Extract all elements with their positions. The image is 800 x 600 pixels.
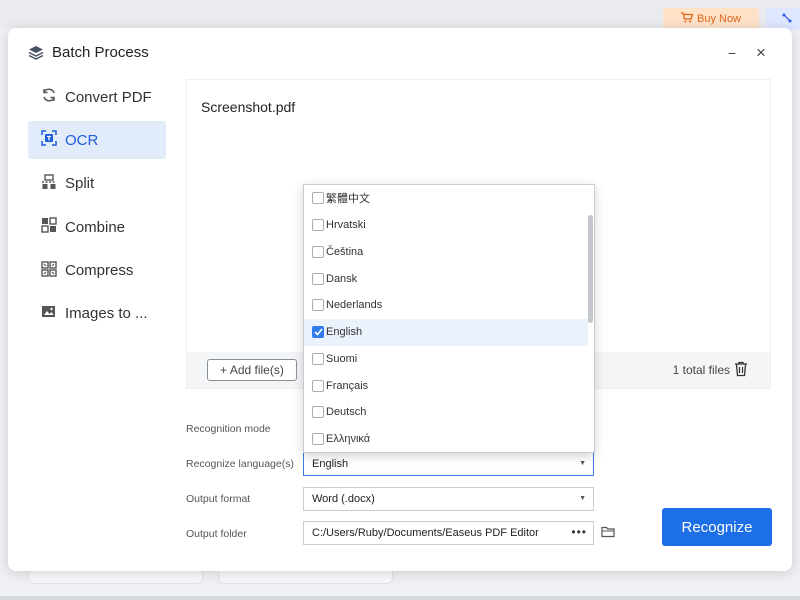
language-option-label: Čeština xyxy=(326,245,364,258)
checkbox-icon[interactable] xyxy=(312,245,324,258)
language-option[interactable]: Français xyxy=(304,372,588,399)
language-option[interactable]: Nederlands xyxy=(304,292,588,319)
sidebar-item-compress[interactable]: Compress xyxy=(28,252,166,290)
language-option-label: Nederlands xyxy=(326,299,383,312)
share-icon xyxy=(782,13,792,26)
add-files-button[interactable]: + Add file(s) xyxy=(207,359,297,381)
chevron-down-icon: ▼ xyxy=(579,495,586,502)
sidebar-item-ocr[interactable]: OCR xyxy=(28,121,166,160)
close-icon: × xyxy=(756,43,766,62)
output-format-label: Output format xyxy=(186,493,251,505)
folder-icon xyxy=(601,525,616,542)
close-button[interactable]: × xyxy=(752,43,770,62)
split-icon xyxy=(41,174,57,194)
convert-icon xyxy=(41,87,57,107)
language-option[interactable]: Suomi xyxy=(304,346,588,373)
more-options-button[interactable]: ••• xyxy=(571,525,587,539)
ocr-icon xyxy=(41,130,57,150)
chevron-down-icon: ▼ xyxy=(579,460,586,467)
language-option-label: Hrvatski xyxy=(326,219,366,232)
checkbox-icon[interactable] xyxy=(312,192,324,205)
compress-icon xyxy=(41,260,57,281)
language-option-label: Ελληνικά xyxy=(326,433,371,446)
language-select-value: English xyxy=(312,458,349,470)
checkbox-icon[interactable] xyxy=(312,406,324,419)
language-select[interactable]: English ▼ xyxy=(303,452,594,476)
trash-icon xyxy=(734,361,748,381)
language-option[interactable]: Dansk xyxy=(304,265,588,292)
layers-icon xyxy=(28,45,44,61)
dialog-title-text: Batch Process xyxy=(52,44,149,61)
language-option-label: Deutsch xyxy=(326,406,367,419)
language-option[interactable]: Deutsch xyxy=(304,399,588,426)
delete-all-button[interactable] xyxy=(734,361,748,377)
recognition-mode-label: Recognition mode xyxy=(186,423,271,435)
language-option-label: English xyxy=(326,326,363,339)
language-option-label: Suomi xyxy=(326,352,358,365)
checkbox-icon[interactable] xyxy=(312,219,324,232)
buy-now-label: Buy Now xyxy=(696,13,742,25)
output-folder-field[interactable]: C:/Users/Ruby/Documents/Easeus PDF Edito… xyxy=(303,521,594,545)
checkbox-icon[interactable] xyxy=(312,433,324,446)
language-option-label: 繁體中文 xyxy=(326,193,370,206)
sidebar-item-label: Split xyxy=(65,175,95,193)
tool-sidebar: Convert PDF OCR Split Combine Compress I… xyxy=(28,78,166,338)
buy-now-button[interactable]: Buy Now xyxy=(663,8,759,30)
sidebar-item-label: OCR xyxy=(65,131,99,149)
language-option-label: Français xyxy=(326,379,369,392)
language-option[interactable]: English xyxy=(304,318,588,346)
sidebar-item-label: Compress xyxy=(65,262,134,280)
checkbox-icon[interactable] xyxy=(312,379,324,392)
output-folder-value: C:/Users/Ruby/Documents/Easeus PDF Edito… xyxy=(312,527,539,539)
sidebar-item-label: Images to ... xyxy=(65,305,148,323)
recognize-button[interactable]: Recognize xyxy=(662,508,772,546)
sidebar-item-images-to[interactable]: Images to ... xyxy=(28,295,166,333)
checkbox-icon[interactable] xyxy=(312,299,324,312)
checkbox-icon[interactable] xyxy=(312,352,324,365)
share-button[interactable] xyxy=(766,8,800,30)
total-files-count: 1 total files xyxy=(672,363,730,377)
language-option[interactable]: Hrvatski xyxy=(304,212,588,239)
checkbox-checked-icon[interactable] xyxy=(312,326,324,339)
images-icon xyxy=(41,304,57,324)
sidebar-item-convert-pdf[interactable]: Convert PDF xyxy=(28,78,166,116)
checkbox-icon[interactable] xyxy=(312,272,324,285)
minimize-button[interactable]: − xyxy=(723,44,741,62)
language-option[interactable]: 繁體中文 xyxy=(304,185,588,212)
language-options: 繁體中文 Hrvatski Čeština Dansk Nederlands Englis… xyxy=(304,185,588,452)
language-option-label: Dansk xyxy=(326,272,358,285)
sidebar-item-combine[interactable]: Combine xyxy=(28,208,166,246)
language-option[interactable]: Ελληνικά xyxy=(304,426,588,452)
output-format-select[interactable]: Word (.docx) ▼ xyxy=(303,487,594,511)
cart-icon xyxy=(680,12,694,26)
sidebar-item-split[interactable]: Split xyxy=(28,165,166,203)
language-dropdown: 繁體中文 Hrvatski Čeština Dansk Nederlands Englis… xyxy=(303,184,595,453)
language-label: Recognize language(s) xyxy=(186,458,294,470)
file-list-item[interactable]: Screenshot.pdf xyxy=(201,99,295,115)
background-bottom-bar xyxy=(0,596,800,600)
browse-folder-button[interactable] xyxy=(601,525,617,539)
minimize-icon: − xyxy=(727,45,737,61)
sidebar-item-label: Convert PDF xyxy=(65,88,152,106)
output-folder-label: Output folder xyxy=(186,528,247,540)
language-option[interactable]: Čeština xyxy=(304,239,588,266)
dialog-title: Batch Process xyxy=(28,44,149,61)
dropdown-scrollbar[interactable] xyxy=(588,215,593,323)
combine-icon xyxy=(41,217,57,237)
output-format-value: Word (.docx) xyxy=(312,493,375,505)
sidebar-item-label: Combine xyxy=(65,218,126,236)
